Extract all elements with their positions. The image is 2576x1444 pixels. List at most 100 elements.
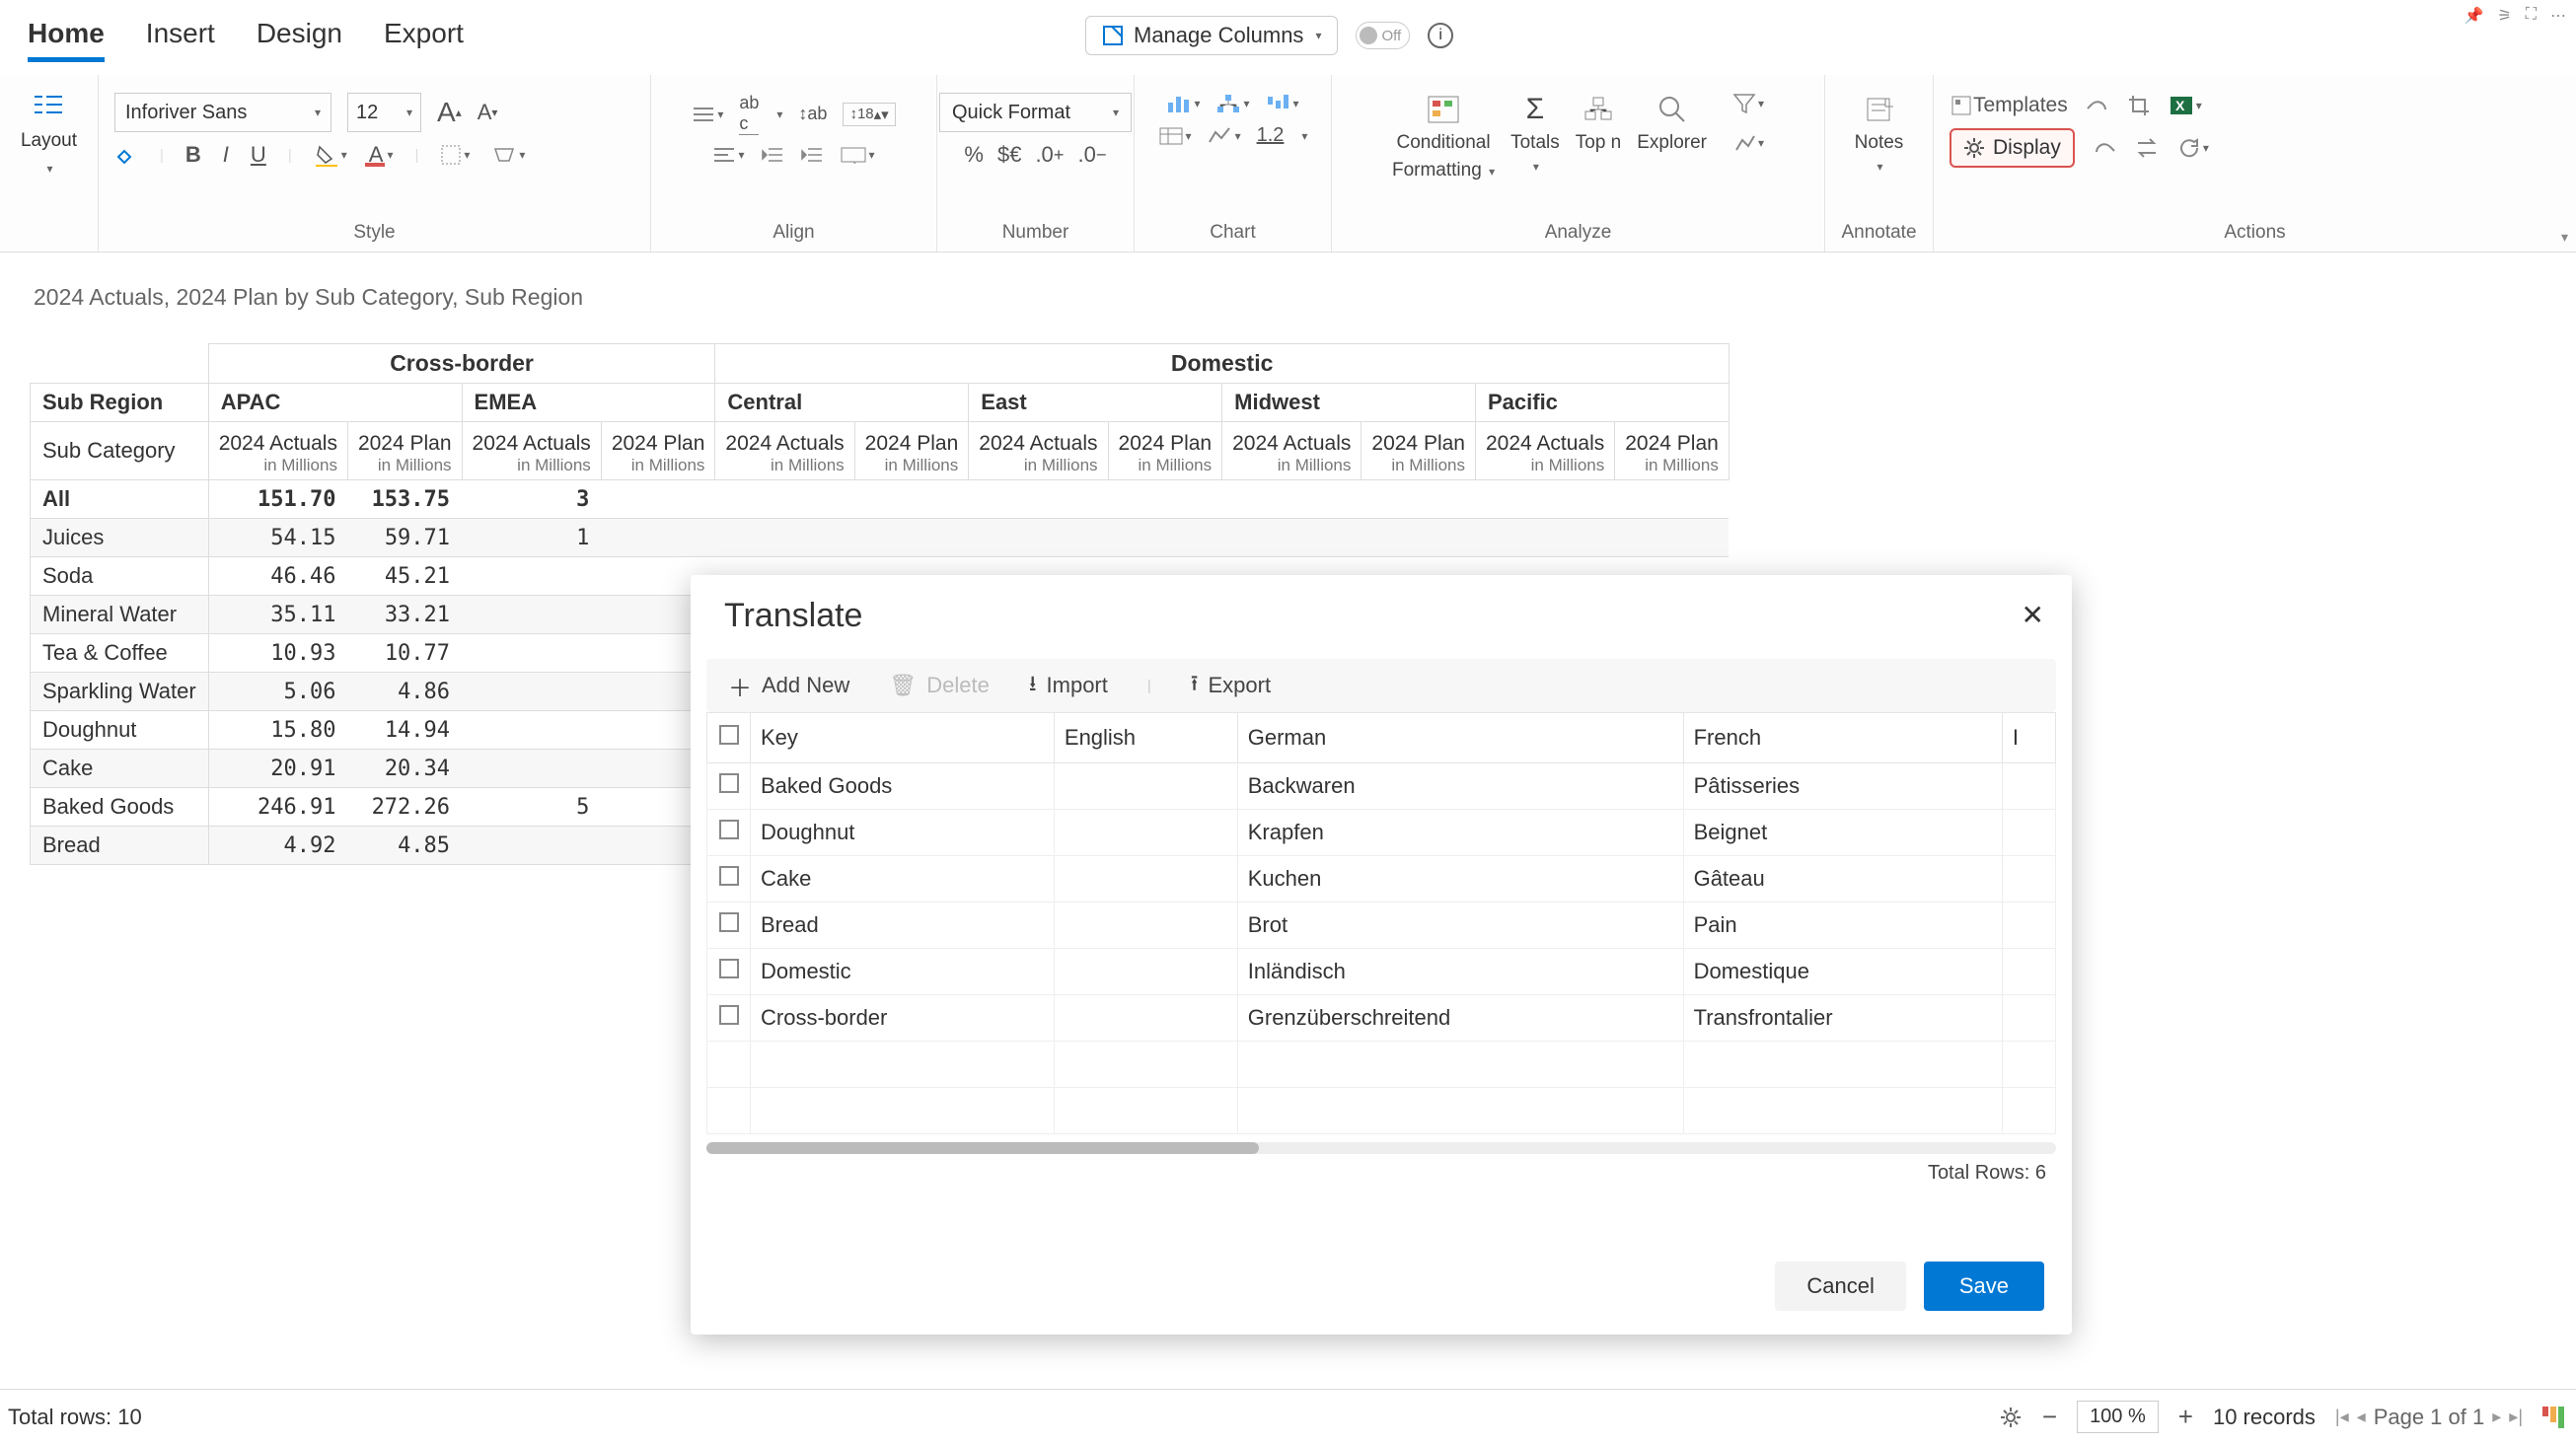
pin-icon[interactable]: 📌 [2465,6,2484,26]
trans-cell[interactable] [2002,810,2055,856]
cell[interactable] [1615,480,1730,519]
trans-cell[interactable] [1054,902,1237,949]
cell[interactable] [601,519,715,557]
row-checkbox[interactable] [719,1005,739,1025]
cell[interactable]: 14.94 [347,711,462,750]
cell[interactable]: 35.11 [208,596,347,634]
trans-cell[interactable]: Kuchen [1237,856,1683,902]
cell[interactable] [969,519,1108,557]
horizontal-scrollbar[interactable] [706,1142,2056,1154]
cell[interactable] [1615,519,1730,557]
import-button[interactable]: ⭳Import [1029,667,1108,704]
trans-cell[interactable]: Krapfen [1237,810,1683,856]
info-icon[interactable]: i [1428,23,1453,48]
cell[interactable]: 10.77 [347,634,462,673]
excel-export-icon[interactable]: X▾ [2169,93,2202,118]
tab-home[interactable]: Home [28,18,105,62]
tab-export[interactable]: Export [384,18,464,62]
templates-button[interactable]: Templates [1950,94,2068,117]
layout-icon[interactable] [31,93,66,120]
export-button[interactable]: ⭱Export [1191,667,1271,704]
trans-cell[interactable]: Cake [751,856,1055,902]
next-page-icon[interactable]: ▸ [2492,1407,2501,1427]
cell[interactable] [462,673,601,711]
quick-format-select[interactable]: Quick Format▾ [939,93,1132,132]
trans-cell[interactable]: Inländisch [1237,949,1683,995]
add-new-button[interactable]: ＋Add New [728,669,849,703]
trans-cell[interactable] [1054,949,1237,995]
trans-cell[interactable]: Bread [751,902,1055,949]
trans-cell[interactable] [2002,763,2055,810]
zoom-out-button[interactable]: − [2042,1402,2057,1432]
decrease-font-icon[interactable]: A▾ [478,100,498,125]
increase-decimal-icon[interactable]: .0+ [1035,142,1064,168]
tree-chart-icon[interactable]: ▾ [1215,93,1249,114]
sparkline-icon[interactable]: ▾ [1208,126,1241,146]
trans-cell[interactable]: Pâtisseries [1683,763,2002,810]
trans-cell[interactable]: Pain [1683,902,2002,949]
cell[interactable]: 5.06 [208,673,347,711]
topn-button[interactable]: Top n [1576,93,1621,154]
font-color-icon[interactable]: A▾ [369,142,394,168]
cell[interactable]: 4.85 [347,827,462,865]
increase-font-icon[interactable]: A▴ [437,97,462,128]
color-bars-icon[interactable] [2542,1407,2564,1428]
first-page-icon[interactable]: |◂ [2335,1407,2349,1427]
clear-format-icon[interactable]: ▾ [491,145,525,165]
toggle-switch[interactable]: Off [1356,22,1410,49]
explorer-button[interactable]: Explorer [1637,93,1707,154]
crop-icon[interactable] [2127,94,2151,117]
cell[interactable]: 1 [462,519,601,557]
cell[interactable] [854,480,969,519]
translation-row[interactable]: CakeKuchenGâteau [707,856,2056,902]
settings-gear-icon[interactable] [1999,1406,2023,1429]
cell[interactable]: 5 [462,788,601,827]
outdent-icon[interactable] [761,145,784,165]
trans-cell[interactable]: Brot [1237,902,1683,949]
cell[interactable] [715,519,854,557]
table-chart-icon[interactable]: ▾ [1158,126,1192,146]
totals-button[interactable]: Σ Totals ▾ [1510,93,1560,174]
cell[interactable] [1475,519,1614,557]
cell[interactable] [462,711,601,750]
translation-row[interactable]: DomesticInländischDomestique [707,949,2056,995]
cell[interactable]: 4.86 [347,673,462,711]
last-page-icon[interactable]: ▸| [2509,1407,2523,1427]
row-checkbox[interactable] [719,866,739,886]
font-name-select[interactable]: Inforiver Sans▾ [114,93,331,132]
indent-icon[interactable] [800,145,824,165]
trans-cell[interactable]: Domestique [1683,949,2002,995]
cell[interactable] [1108,519,1222,557]
percent-icon[interactable]: % [964,142,984,168]
cell[interactable]: 20.34 [347,750,462,788]
translation-row[interactable]: Cross-borderGrenzüberschreitendTransfron… [707,995,2056,1042]
trans-cell[interactable]: Backwaren [1237,763,1683,810]
currency-icon[interactable]: $€ [997,142,1021,168]
swap-icon[interactable] [2134,137,2160,159]
prev-page-icon[interactable]: ◂ [2357,1407,2366,1427]
cell[interactable]: 4.92 [208,827,347,865]
filter-icon[interactable]: ⚞ [2497,6,2511,26]
kpi-icon[interactable]: ▾ [1732,132,1764,154]
translation-row[interactable]: Bread BrotPain [707,902,2056,949]
row-checkbox[interactable] [719,820,739,839]
select-all-checkbox[interactable] [719,725,739,745]
trans-cell[interactable]: Baked Goods [751,763,1055,810]
zoom-in-button[interactable]: + [2178,1402,2193,1432]
cell[interactable]: 10.93 [208,634,347,673]
cell[interactable] [462,596,601,634]
cell[interactable] [462,557,601,596]
cell[interactable] [462,750,601,788]
underline-icon[interactable]: U [251,142,266,168]
close-icon[interactable]: ✕ [2022,599,2044,631]
cell[interactable]: 20.91 [208,750,347,788]
zoom-level[interactable]: 100 % [2077,1401,2159,1433]
trans-cell[interactable] [2002,949,2055,995]
cell[interactable]: 15.80 [208,711,347,750]
font-size-select[interactable]: 12▾ [347,93,421,132]
cell[interactable]: 54.15 [208,519,347,557]
cell[interactable]: 46.46 [208,557,347,596]
translation-row[interactable]: Baked Goods BackwarenPâtisseries [707,763,2056,810]
lineheight-icon[interactable]: ↕ 18 ▴▾ [843,103,895,126]
delete-button[interactable]: 🗑Delete [889,673,990,698]
